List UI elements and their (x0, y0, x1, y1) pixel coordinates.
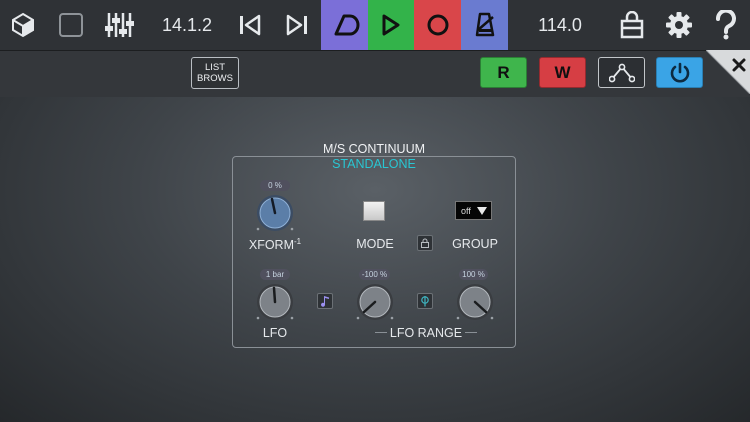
note-sync-button[interactable] (317, 293, 333, 309)
dropdown-arrow-icon (477, 207, 487, 215)
lfo-range-min-knob[interactable] (352, 280, 398, 326)
metronome-icon (475, 12, 494, 37)
tempo-display[interactable]: 114.0 (520, 0, 600, 50)
help-icon[interactable] (706, 0, 746, 50)
record-icon (427, 14, 448, 36)
skip-back-icon[interactable] (230, 0, 270, 50)
music-note-icon (321, 296, 329, 307)
read-automation-button[interactable]: R (480, 57, 527, 88)
bypass-power-button[interactable] (656, 57, 703, 88)
brows-label: BROWS (197, 73, 233, 84)
transport-toolbar: 14.1.2 114.0 (0, 0, 750, 50)
lfo-value: 1 bar (260, 269, 290, 280)
lfo-range-label: LFO RANGE (389, 326, 463, 340)
group-value: off (461, 205, 471, 216)
group-label: GROUP (452, 237, 498, 251)
lfo-range-min-value: -100 % (359, 269, 390, 280)
play-button[interactable] (368, 0, 414, 50)
plugin-subtitle: STANDALONE (332, 157, 416, 171)
skip-forward-icon[interactable] (276, 0, 318, 50)
lfo-range-max-knob[interactable] (452, 280, 498, 326)
position-display[interactable]: 14.1.2 (150, 0, 224, 50)
mode-label: MODE (356, 237, 394, 251)
cube-icon[interactable] (0, 0, 45, 50)
lfo-range-max-value: 100 % (459, 269, 488, 280)
range-divider-left (375, 332, 387, 333)
automation-curve-button[interactable] (598, 57, 645, 88)
loop-button[interactable] (321, 0, 368, 50)
mixer-icon[interactable] (98, 0, 140, 50)
gear-icon[interactable] (659, 0, 699, 50)
play-icon (382, 14, 400, 36)
loop-icon (334, 14, 359, 36)
group-select[interactable]: off (455, 201, 492, 220)
list-label: LIST (204, 62, 226, 73)
xform-superscript: -1 (294, 237, 302, 246)
phase-icon (421, 296, 429, 307)
close-plugin-button[interactable] (705, 49, 750, 95)
metronome-button[interactable] (461, 0, 508, 50)
write-automation-button[interactable]: W (539, 57, 586, 88)
list-browse-button[interactable]: LIST BROWS (191, 57, 239, 89)
plugin-title: M/S CONTINUUM (322, 142, 426, 156)
phase-button[interactable] (417, 293, 433, 309)
lock-icon (421, 238, 429, 248)
square-toggle-icon[interactable] (50, 0, 92, 50)
lock-button[interactable] (417, 235, 433, 251)
close-icon (705, 49, 750, 95)
range-divider-right (465, 332, 477, 333)
xform-label: XFORM-1 (246, 237, 304, 252)
xform-label-text: XFORM (248, 238, 294, 253)
xform-value: 0 % (260, 180, 290, 191)
record-button[interactable] (414, 0, 461, 50)
automation-node-icon (608, 63, 635, 82)
power-icon (670, 62, 689, 82)
mode-toggle[interactable] (363, 201, 385, 221)
lfo-knob[interactable] (252, 280, 298, 326)
xform-knob[interactable] (252, 191, 298, 237)
lfo-label: LFO (262, 326, 288, 340)
shop-bag-icon[interactable] (612, 0, 652, 50)
